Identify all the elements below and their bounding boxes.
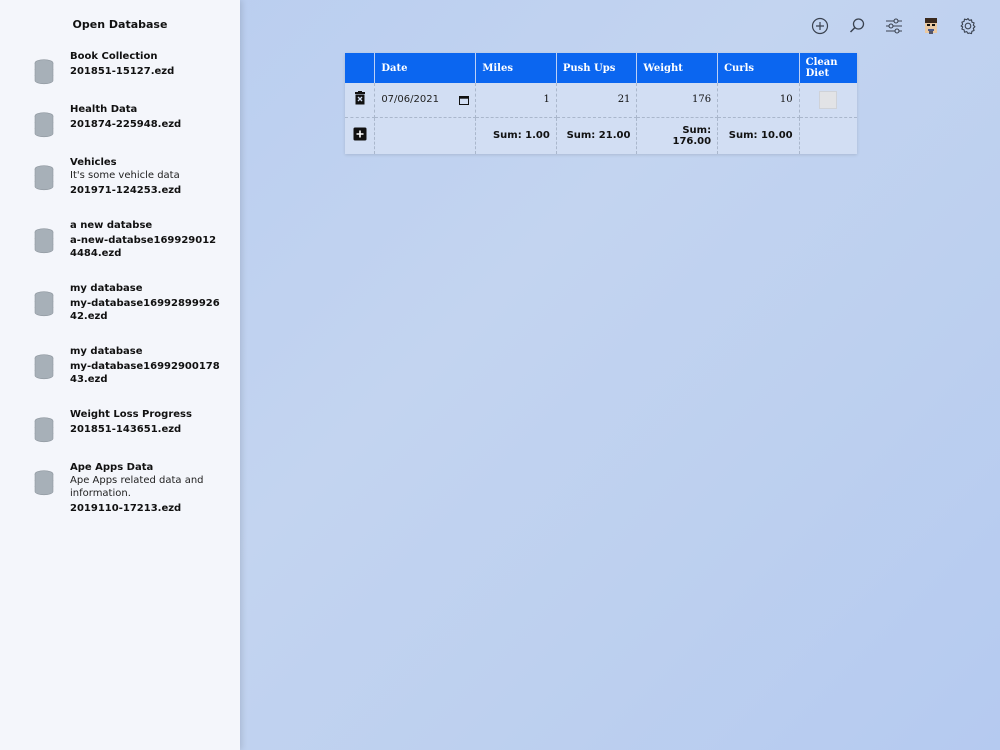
column-header-push-ups[interactable]: Push Ups [556, 53, 638, 83]
gear-icon [960, 17, 975, 35]
table-sum-row: Sum: 1.00 Sum: 21.00 Sum: 176.00 Sum: 10… [345, 117, 857, 154]
settings-button[interactable] [949, 14, 986, 38]
database-file: my-database1699290017843.ezd [70, 361, 220, 385]
add-row-icon[interactable] [353, 127, 367, 141]
search-button[interactable] [838, 14, 875, 38]
database-name: Health Data [70, 104, 138, 115]
database-file: 201874-225948.ezd [70, 119, 182, 130]
account-button[interactable] [912, 14, 949, 38]
database-item-text: my database my-database1699290017843.ezd [70, 345, 220, 386]
clean-diet-checkbox[interactable] [819, 90, 838, 109]
database-item[interactable]: Vehicles It's some vehicle data 201971-1… [0, 156, 240, 219]
clean-diet-sum-cell [799, 117, 857, 154]
top-toolbar [801, 14, 986, 38]
database-icon [34, 112, 54, 138]
database-item-text: Health Data 201874-225948.ezd [70, 103, 220, 131]
database-item[interactable]: Ape Apps Data Ape Apps related data and … [0, 461, 240, 531]
database-item[interactable]: my database my-database1699290017843.ezd [0, 345, 240, 408]
add-row-cell [345, 117, 376, 154]
add-button[interactable] [801, 14, 838, 38]
trash-icon[interactable] [353, 91, 367, 105]
database-icon [34, 417, 54, 443]
date-cell: 07/06/2021 [374, 83, 477, 118]
database-item-text: Book Collection 201851-15127.ezd [70, 50, 220, 78]
column-header-clean-diet[interactable]: Clean Diet [799, 53, 857, 83]
avatar-icon [924, 18, 937, 34]
search-icon [849, 18, 864, 33]
database-icon [34, 59, 54, 85]
calendar-icon[interactable] [459, 95, 470, 105]
column-header-date[interactable]: Date [374, 53, 477, 83]
column-header-curls[interactable]: Curls [717, 53, 800, 83]
column-header-weight[interactable]: Weight [636, 53, 719, 83]
database-name: Weight Loss Progress [70, 409, 192, 420]
push-ups-cell[interactable]: 21 [556, 83, 638, 118]
add-circle-icon [811, 17, 828, 35]
database-item-text: my database my-database1699289992642.ezd [70, 282, 220, 323]
weight-cell[interactable]: 176 [636, 83, 719, 118]
data-table: Date Miles Push Ups Weight Curls Clean D… [345, 53, 857, 154]
database-icon [34, 291, 54, 317]
curls-sum: Sum: 10.00 [717, 117, 800, 154]
column-header-actions [345, 53, 376, 83]
database-item[interactable]: my database my-database1699289992642.ezd [0, 282, 240, 345]
database-icon [34, 228, 54, 254]
column-header-miles[interactable]: Miles [475, 53, 557, 83]
push-ups-sum: Sum: 21.00 [556, 117, 638, 154]
table-header-row: Date Miles Push Ups Weight Curls Clean D… [345, 53, 857, 83]
database-item-text: Ape Apps Data Ape Apps related data and … [70, 461, 220, 515]
date-input[interactable]: 07/06/2021 [381, 94, 470, 106]
database-file: 201971-124253.ezd [70, 185, 182, 196]
database-item-text: a new databse a-new-databse1699290124484… [70, 219, 220, 260]
clean-diet-cell [799, 83, 857, 118]
date-value: 07/06/2021 [381, 94, 439, 106]
database-icon [34, 354, 54, 380]
table-row: 07/06/2021 1 21 176 10 [345, 83, 857, 118]
database-item-text: Weight Loss Progress 201851-143651.ezd [70, 408, 220, 436]
database-item-text: Vehicles It's some vehicle data 201971-1… [70, 156, 220, 197]
sliders-icon [885, 18, 902, 34]
sum-empty-cell [374, 117, 477, 154]
database-item[interactable]: Weight Loss Progress 201851-143651.ezd [0, 408, 240, 461]
database-name: a new databse [70, 220, 153, 231]
database-name: Book Collection [70, 51, 158, 62]
row-actions-cell [345, 83, 376, 118]
database-list: Book Collection 201851-15127.ezd Health … [0, 50, 240, 531]
database-description: It's some vehicle data [70, 170, 180, 181]
database-icon [34, 470, 54, 496]
database-sidebar: Open Database Book Collection 201851-151… [0, 0, 240, 750]
database-file: 201851-15127.ezd [70, 66, 175, 77]
database-name: my database [70, 346, 143, 357]
sidebar-title: Open Database [72, 18, 168, 31]
database-file: my-database1699289992642.ezd [70, 298, 220, 322]
database-file: 201851-143651.ezd [70, 424, 182, 435]
filter-button[interactable] [875, 14, 912, 38]
database-name: my database [70, 283, 143, 294]
database-name: Vehicles [70, 157, 117, 168]
weight-sum: Sum: 176.00 [636, 117, 719, 154]
miles-cell[interactable]: 1 [475, 83, 557, 118]
curls-cell[interactable]: 10 [717, 83, 800, 118]
database-file: 2019110-17213.ezd [70, 503, 182, 514]
miles-sum: Sum: 1.00 [475, 117, 557, 154]
database-item[interactable]: a new databse a-new-databse1699290124484… [0, 219, 240, 282]
database-item[interactable]: Book Collection 201851-15127.ezd [0, 50, 240, 103]
database-item[interactable]: Health Data 201874-225948.ezd [0, 103, 240, 156]
database-name: Ape Apps Data [70, 462, 154, 473]
database-description: Ape Apps related data and information. [70, 475, 204, 499]
database-file: a-new-databse1699290124484.ezd [70, 235, 217, 259]
database-icon [34, 165, 54, 191]
